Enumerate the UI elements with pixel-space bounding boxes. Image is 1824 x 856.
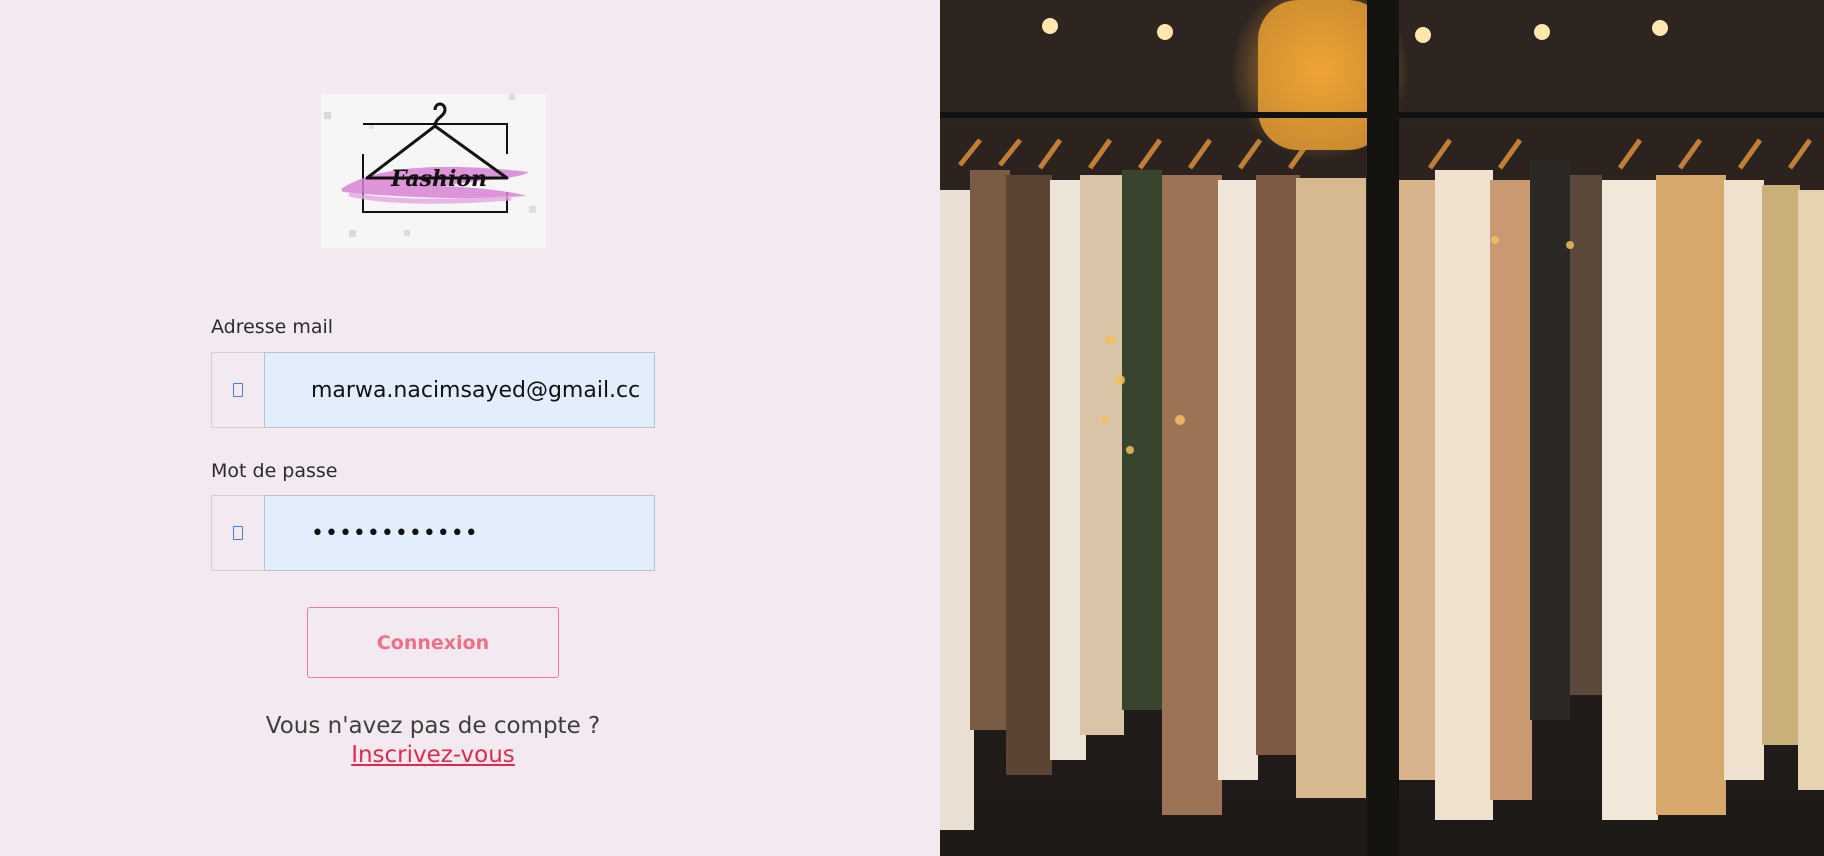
lock-icon <box>233 526 243 540</box>
email-addon <box>211 352 264 428</box>
password-addon <box>211 495 264 571</box>
store-photo <box>940 0 1824 856</box>
hanger-icon: Fashion <box>324 94 536 237</box>
signup-link[interactable]: Inscrivez-vous <box>351 742 515 768</box>
login-pane: Fashion Adresse mail marwa.nacimsayed@gm… <box>0 0 940 856</box>
password-label: Mot de passe <box>211 460 338 482</box>
connexion-button[interactable]: Connexion <box>307 607 559 678</box>
email-field[interactable]: marwa.nacimsayed@gmail.cc <box>264 352 655 428</box>
logo-text: Fashion <box>390 166 487 192</box>
email-input-group: marwa.nacimsayed@gmail.cc <box>211 352 655 428</box>
email-label: Adresse mail <box>211 316 334 338</box>
envelope-icon <box>233 383 243 397</box>
password-input-group: •••••••••••• <box>211 495 655 571</box>
clothing-rack-image <box>940 0 1824 856</box>
signup-prompt: Vous n'avez pas de compte ? Inscrivez-vo… <box>211 712 655 770</box>
brand-logo: Fashion <box>321 94 546 248</box>
password-field[interactable]: •••••••••••• <box>264 495 655 571</box>
signup-prompt-text: Vous n'avez pas de compte ? <box>265 713 601 739</box>
